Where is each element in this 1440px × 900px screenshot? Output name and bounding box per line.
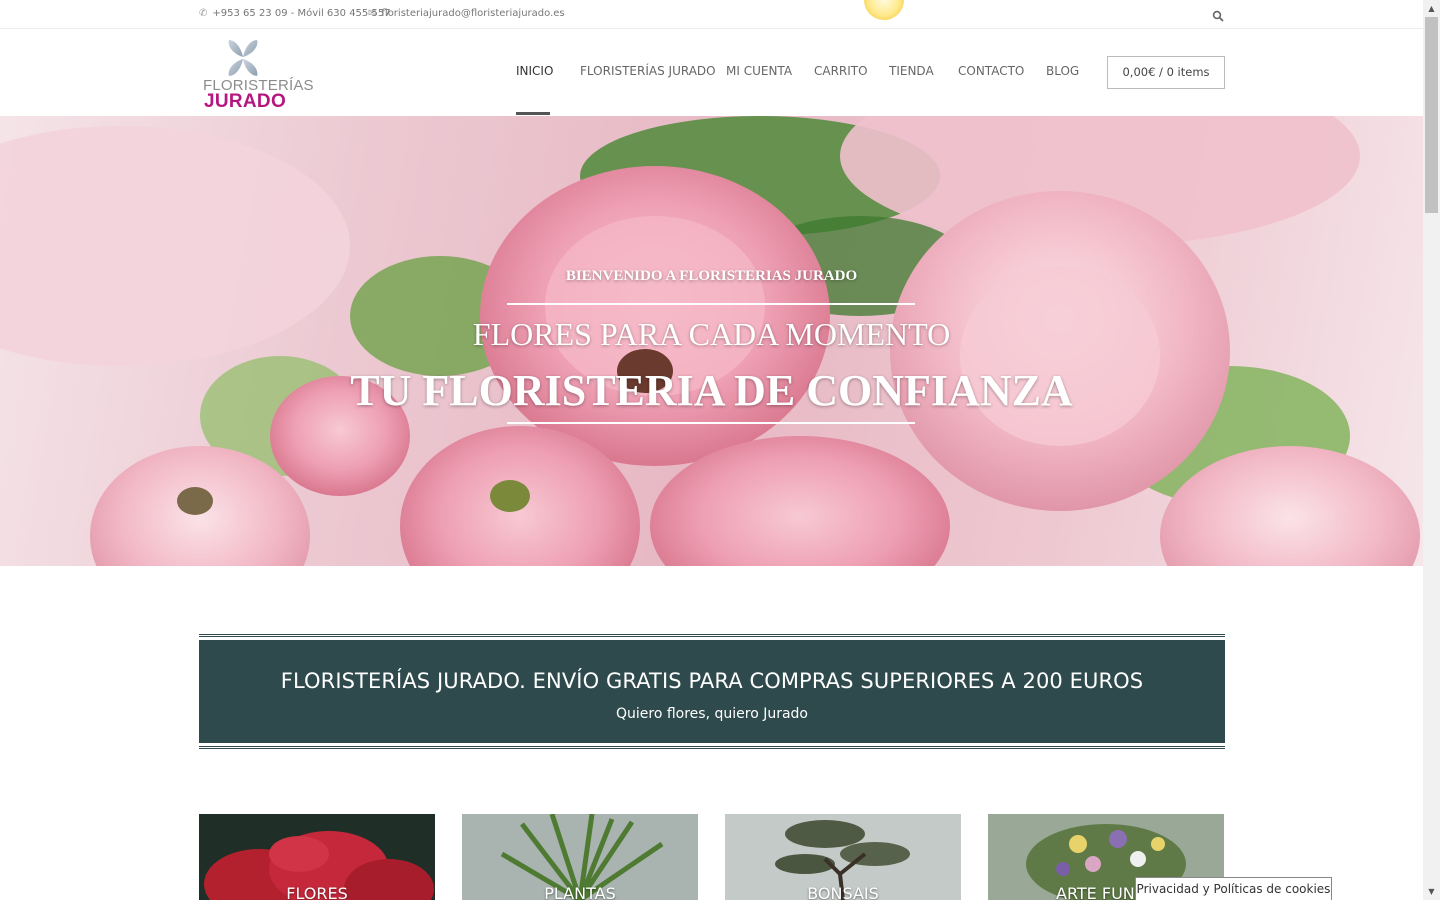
phone-contact: ✆ +953 65 23 09 - Móvil 630 455 557: [199, 8, 391, 19]
site-logo[interactable]: FLORISTERÍAS JURADO: [203, 38, 314, 112]
category-tile-bonsais[interactable]: BONSAIS: [725, 814, 961, 900]
search-icon[interactable]: [1212, 7, 1224, 22]
cookie-notice-button[interactable]: Privacidad y Políticas de cookies: [1135, 877, 1332, 900]
nav-item-carrito[interactable]: CARRITO: [814, 64, 868, 78]
hero-title: TU FLORISTERIA DE CONFIANZA: [350, 366, 1073, 415]
promo-title: FLORISTERÍAS JURADO. ENVÍO GRATIS PARA C…: [280, 669, 1144, 693]
active-nav-indicator: [516, 112, 550, 115]
logo-line-2: JURADO: [204, 91, 287, 112]
nav-item-blog[interactable]: BLOG: [1046, 64, 1079, 78]
phone-text: +953 65 23 09 - Móvil 630 455 557: [212, 8, 391, 19]
logo-flower-icon: [228, 40, 258, 76]
top-bar: ✆ +953 65 23 09 - Móvil 630 455 557 ✉ fl…: [0, 0, 1423, 29]
decorative-glow: [864, 0, 904, 20]
email-contact[interactable]: ✉ floristeriajurado@floristeriajurado.es: [368, 8, 565, 19]
category-tile-flores[interactable]: FLORES: [199, 814, 435, 900]
email-text[interactable]: floristeriajurado@floristeriajurado.es: [381, 8, 564, 19]
phone-icon: ✆: [199, 8, 208, 19]
scroll-down-icon[interactable]: ▼: [1423, 883, 1440, 900]
cart-button[interactable]: 0,00€ / 0 items: [1107, 56, 1225, 89]
scrollbar-thumb[interactable]: [1425, 17, 1438, 213]
promo-subtitle: Quiero flores, quiero Jurado: [615, 706, 808, 722]
category-label: FLORES: [286, 884, 348, 900]
nav-item-tienda[interactable]: TIENDA: [889, 64, 934, 78]
hero-text: BIENVENIDO A FLORISTERIAS JURADO FLORES …: [0, 116, 1423, 566]
scroll-up-icon[interactable]: ▲: [1423, 0, 1440, 17]
category-label: BONSAIS: [807, 884, 879, 900]
hero-kicker: BIENVENIDO A FLORISTERIAS JURADO: [565, 268, 858, 284]
promo-banner: FLORISTERÍAS JURADO. ENVÍO GRATIS PARA C…: [199, 634, 1225, 749]
nav-item-mi-cuenta[interactable]: MI CUENTA: [726, 64, 792, 78]
site-header: FLORISTERÍAS JURADO INICIO FLORISTERÍAS …: [0, 29, 1423, 116]
category-tile-plantas[interactable]: PLANTAS: [462, 814, 698, 900]
nav-item-contacto[interactable]: CONTACTO: [958, 64, 1024, 78]
page-scrollbar[interactable]: ▲ ▼: [1423, 0, 1440, 900]
envelope-icon: ✉: [368, 8, 377, 19]
nav-item-inicio[interactable]: INICIO: [516, 64, 553, 78]
hero-banner: BIENVENIDO A FLORISTERIAS JURADO FLORES …: [0, 116, 1423, 566]
hero-headline: FLORES PARA CADA MOMENTO: [472, 316, 951, 352]
nav-item-floristerias-jurado[interactable]: FLORISTERÍAS JURADO: [580, 64, 716, 78]
category-label: PLANTAS: [544, 884, 616, 900]
hero-divider-bottom: [507, 422, 915, 424]
hero-divider-top: [507, 303, 915, 305]
promo-banner-body: FLORISTERÍAS JURADO. ENVÍO GRATIS PARA C…: [199, 640, 1225, 743]
